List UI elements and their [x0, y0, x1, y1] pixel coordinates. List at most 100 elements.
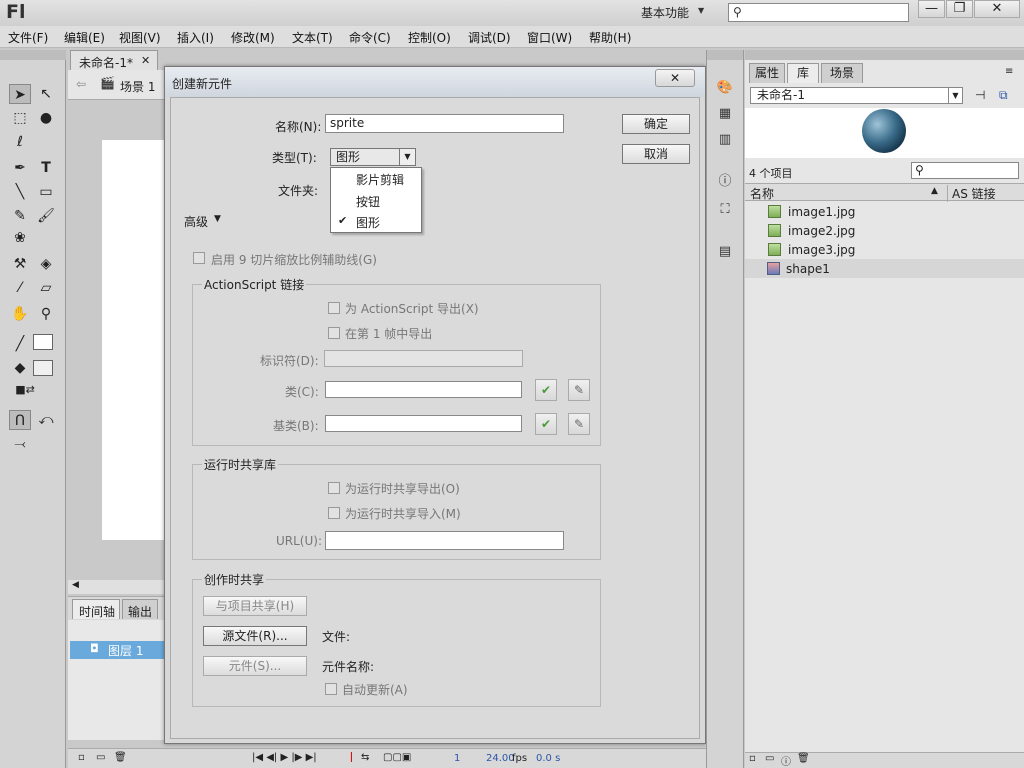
panel-menu-icon[interactable]: ≡ — [1005, 66, 1013, 77]
menu-help[interactable]: 帮助(H) — [589, 29, 631, 46]
symbol-name-input[interactable]: sprite — [325, 114, 564, 133]
advanced-toggle[interactable]: 高级 — [184, 213, 208, 230]
restore-button[interactable]: ❐ — [946, 0, 973, 18]
workspace-switcher[interactable]: 基本功能 — [641, 4, 689, 21]
source-file-button[interactable]: 源文件(R)... — [203, 626, 307, 646]
menu-window[interactable]: 窗口(W) — [527, 29, 572, 46]
dialog-title-bar[interactable]: 创建新元件 ✕ — [165, 67, 705, 97]
chevron-down-icon[interactable]: ▼ — [399, 149, 415, 165]
delete-icon[interactable]: 🗑 — [797, 753, 810, 764]
default-colors-icon[interactable]: ■⇄ — [14, 380, 36, 400]
panel-header[interactable] — [707, 50, 743, 60]
menu-item-graphic[interactable]: 图形 — [356, 214, 380, 231]
deco-tool-icon[interactable]: ❀ — [9, 228, 31, 248]
subselection-tool-icon[interactable]: ↖ — [35, 84, 57, 104]
close-icon[interactable]: ✕ — [141, 54, 150, 67]
tab-timeline[interactable]: 时间轴 — [72, 599, 120, 619]
pencil-tool-icon[interactable]: ✎ — [9, 206, 31, 226]
chevron-down-icon[interactable]: ▼ — [698, 6, 704, 15]
base-class-input[interactable] — [325, 415, 522, 432]
current-frame[interactable]: 1 — [454, 753, 460, 764]
tab-library[interactable]: 库 — [787, 63, 819, 83]
stage[interactable] — [102, 140, 168, 540]
menu-view[interactable]: 视图(V) — [119, 29, 161, 46]
loop-icon[interactable]: ⇆ — [361, 752, 369, 763]
paint-bucket-tool-icon[interactable]: ◈ — [35, 254, 57, 274]
symbol-type-select[interactable]: 图形 ▼ — [330, 148, 416, 166]
onion-skin-icon[interactable]: ▢▢▣ — [383, 752, 411, 763]
delete-layer-icon[interactable]: 🗑 — [114, 752, 127, 763]
selection-tool-icon[interactable]: ➤ — [9, 84, 31, 104]
close-window-button[interactable]: ✕ — [974, 0, 1020, 18]
column-name[interactable]: 名称 — [750, 185, 774, 202]
properties-icon[interactable]: ⓘ — [781, 753, 791, 768]
menu-item-movieclip[interactable]: 影片剪辑 — [356, 171, 404, 188]
lasso-tool-icon[interactable]: ℓ — [9, 132, 31, 152]
menu-insert[interactable]: 插入(I) — [177, 29, 214, 46]
rsl-import-checkbox[interactable] — [328, 507, 340, 519]
identifier-input[interactable] — [324, 350, 523, 367]
document-tab[interactable]: 未命名-1* ✕ — [70, 50, 158, 70]
bone-tool-icon[interactable]: ⚒ — [9, 254, 31, 274]
transform-icon[interactable]: ⛶ — [715, 200, 735, 220]
library-search-input[interactable]: ⚲ — [911, 162, 1019, 179]
eyedropper-tool-icon[interactable]: ⁄ — [9, 278, 31, 298]
cancel-button[interactable]: 取消 — [622, 144, 690, 164]
class-input[interactable] — [325, 381, 522, 398]
components-icon[interactable]: ▤ — [715, 242, 735, 262]
export-as-checkbox[interactable] — [328, 302, 340, 314]
new-library-panel-icon[interactable]: ⧉ — [999, 88, 1008, 103]
help-search-input[interactable]: ⚲ — [728, 3, 909, 22]
line-tool-icon[interactable]: ╲ — [9, 182, 31, 202]
panel-header[interactable] — [0, 50, 66, 60]
brush-tool-icon[interactable]: 🖌 — [35, 206, 57, 226]
menu-modify[interactable]: 修改(M) — [231, 29, 275, 46]
straighten-icon[interactable]: ⤙ — [9, 434, 31, 454]
zoom-tool-icon[interactable]: ⚲ — [35, 304, 57, 324]
checkmark-icon[interactable]: ✔ — [535, 413, 557, 435]
menu-text[interactable]: 文本(T) — [292, 29, 333, 46]
stroke-color-icon[interactable]: ╱ — [9, 334, 31, 354]
url-input[interactable] — [325, 531, 564, 550]
new-symbol-icon[interactable]: ▫ — [749, 753, 756, 764]
free-transform-tool-icon[interactable]: ⬚ — [9, 108, 31, 128]
snap-magnet-icon[interactable]: Ո — [9, 410, 31, 430]
checkmark-icon[interactable]: ✔ — [535, 379, 557, 401]
library-item[interactable]: shape1 — [745, 259, 1024, 278]
scroll-left-icon[interactable]: ◀ — [72, 580, 79, 590]
ok-button[interactable]: 确定 — [622, 114, 690, 134]
tab-output[interactable]: 输出 — [122, 599, 158, 619]
triangle-down-icon[interactable]: ▼ — [214, 214, 221, 224]
menu-edit[interactable]: 编辑(E) — [64, 29, 105, 46]
rsl-export-checkbox[interactable] — [328, 482, 340, 494]
fill-color-icon[interactable]: ◆ — [9, 358, 31, 378]
menu-debug[interactable]: 调试(D) — [468, 29, 511, 46]
share-project-button[interactable]: 与项目共享(H) — [203, 596, 307, 616]
symbol-button[interactable]: 元件(S)... — [203, 656, 307, 676]
dialog-close-button[interactable]: ✕ — [655, 69, 695, 87]
frame-rate[interactable]: 24.00 — [486, 753, 515, 764]
chevron-down-icon[interactable]: ▼ — [948, 88, 962, 103]
tab-properties[interactable]: 属性 — [749, 63, 785, 83]
back-arrow-icon[interactable]: ⇦ — [76, 77, 86, 91]
playback-controls-icon[interactable]: |◀ ◀| ▶ |▶ ▶| — [252, 752, 317, 763]
eraser-tool-icon[interactable]: ▱ — [35, 278, 57, 298]
menu-control[interactable]: 控制(O) — [408, 29, 451, 46]
smooth-icon[interactable]: ⤺ — [35, 410, 57, 430]
3d-rotation-tool-icon[interactable]: ● — [35, 108, 57, 128]
color-palette-icon[interactable]: 🎨 — [715, 78, 735, 98]
swatches-icon[interactable]: ▦ — [715, 104, 735, 124]
scale9-checkbox[interactable] — [193, 252, 205, 264]
tab-scene[interactable]: 场景 — [821, 63, 863, 83]
pin-icon[interactable]: ⊣ — [975, 88, 985, 102]
text-tool-icon[interactable]: T — [35, 158, 57, 178]
minimize-button[interactable]: — — [918, 0, 945, 18]
new-folder-icon[interactable]: ▭ — [96, 752, 105, 763]
panel-header[interactable] — [745, 50, 1024, 60]
pen-tool-icon[interactable]: ✒ — [9, 158, 31, 178]
auto-update-checkbox[interactable] — [325, 683, 337, 695]
menu-file[interactable]: 文件(F) — [8, 29, 48, 46]
menu-item-button[interactable]: 按钮 — [356, 193, 380, 210]
menu-commands[interactable]: 命令(C) — [349, 29, 391, 46]
fill-color-swatch[interactable] — [33, 360, 53, 376]
